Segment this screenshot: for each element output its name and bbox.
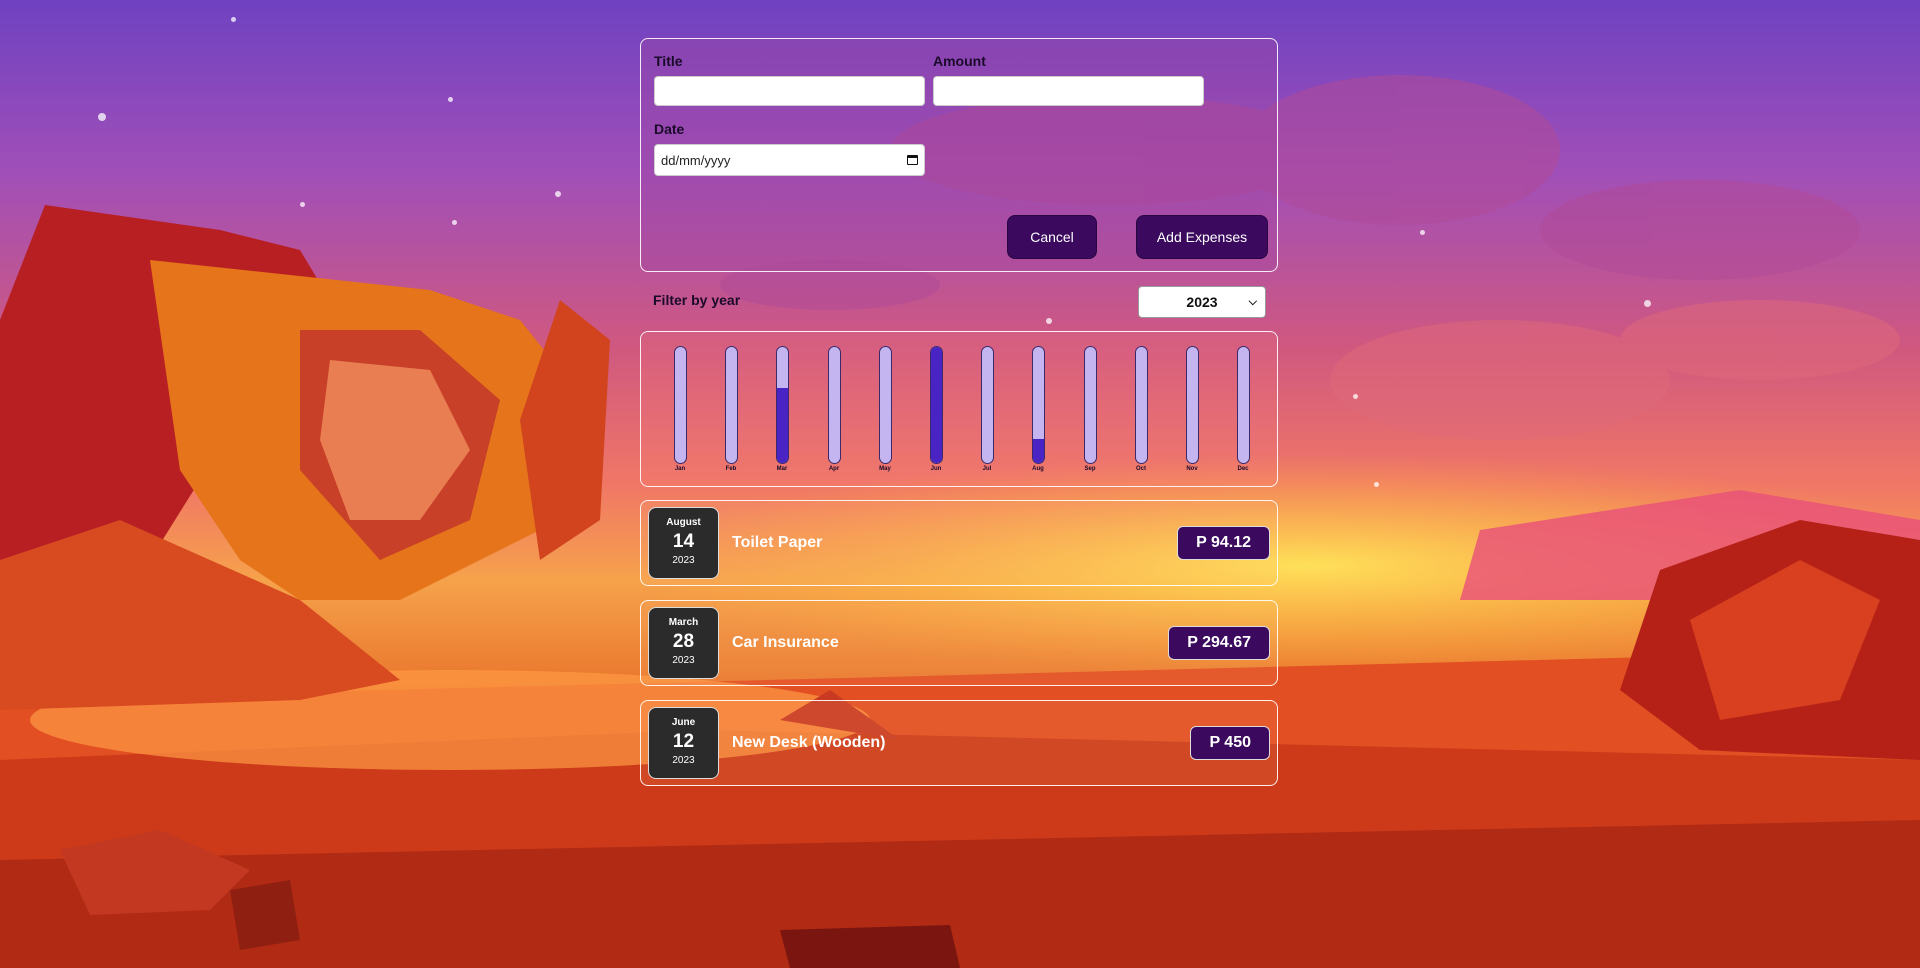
- chart-bar-label: Feb: [725, 466, 737, 472]
- chart-bar-track: [1083, 346, 1097, 464]
- chart-bar-jan: Jan: [670, 346, 690, 472]
- expense-item: March 28 2023 Car Insurance P 294.67: [640, 600, 1278, 686]
- star: [1374, 482, 1379, 487]
- expense-date: March 28 2023: [648, 607, 719, 679]
- title-label: Title: [654, 53, 683, 69]
- date-placeholder: dd/mm/yyyy: [661, 152, 731, 168]
- chart-bar-aug: Aug: [1028, 346, 1048, 472]
- star: [555, 191, 561, 197]
- chart-bar-label: Sep: [1084, 466, 1096, 472]
- chart-bar-label: May: [879, 466, 891, 472]
- expense-title: New Desk (Wooden): [732, 734, 886, 751]
- chart-bar-track: [1031, 346, 1045, 464]
- chart-bar-label: Oct: [1135, 466, 1146, 472]
- chevron-down-icon: ⌵: [1248, 296, 1257, 308]
- chart-bar-label: Mar: [776, 466, 788, 472]
- chart-bar-label: Aug: [1032, 466, 1044, 472]
- expense-date-day: 28: [672, 631, 695, 652]
- chart-bar-track: [775, 346, 789, 464]
- chart-bar-may: May: [875, 346, 895, 472]
- title-input[interactable]: [654, 76, 925, 106]
- add-expenses-button[interactable]: Add Expenses: [1136, 215, 1268, 259]
- chart-bar-label: Jan: [674, 466, 686, 472]
- star: [1353, 394, 1358, 399]
- filter-by-year-label: Filter by year: [653, 292, 741, 308]
- expense-date-month: June: [671, 717, 696, 728]
- chart-bar-track: [929, 346, 943, 464]
- chart-bar-label: Jul: [982, 466, 992, 472]
- expense-date-year: 2023: [672, 655, 695, 666]
- chart-bar-mar: Mar: [772, 346, 792, 472]
- date-label: Date: [654, 121, 685, 137]
- date-input[interactable]: dd/mm/yyyy: [654, 144, 925, 176]
- chart-bar-nov: Nov: [1182, 346, 1202, 472]
- expense-date-day: 14: [672, 531, 695, 552]
- expense-title: Car Insurance: [732, 634, 839, 651]
- cancel-button[interactable]: Cancel: [1007, 215, 1097, 259]
- chart-bar-label: Dec: [1237, 466, 1249, 472]
- chart-bar-jul: Jul: [977, 346, 997, 472]
- chart-bar-sep: Sep: [1080, 346, 1100, 472]
- calendar-icon[interactable]: [907, 155, 918, 165]
- expense-amount: P 94.12: [1177, 526, 1270, 560]
- chart-bar-fill: [1032, 438, 1044, 463]
- chart-bar-feb: Feb: [721, 346, 741, 472]
- star: [1644, 300, 1651, 307]
- chart-bar-jun: Jun: [926, 346, 946, 472]
- chart-bar-apr: Apr: [824, 346, 844, 472]
- chart-bar-track: [673, 346, 687, 464]
- expense-item: June 12 2023 New Desk (Wooden) P 450: [640, 700, 1278, 786]
- expense-date-month: August: [666, 517, 701, 528]
- star: [1420, 230, 1425, 235]
- year-select[interactable]: 2023 ⌵: [1138, 286, 1266, 318]
- amount-label: Amount: [933, 53, 986, 69]
- chart-bar-label: Nov: [1186, 466, 1198, 472]
- chart-bar-oct: Oct: [1131, 346, 1151, 472]
- star: [448, 97, 453, 102]
- star: [1046, 318, 1052, 324]
- chart-bar-label: Jun: [930, 466, 942, 472]
- expense-date-month: March: [668, 617, 699, 628]
- star: [231, 17, 236, 22]
- chart-bar-fill: [930, 347, 942, 463]
- chart-bar-dec: Dec: [1233, 346, 1253, 472]
- chart-bar-fill: [776, 387, 788, 463]
- expenses-chart: Jan Feb Mar Apr May Jun Jul Aug Sep Oct Nov Dec: [640, 331, 1278, 487]
- expense-date-year: 2023: [672, 755, 695, 766]
- chart-bar-track: [827, 346, 841, 464]
- year-select-value: 2023: [1186, 294, 1218, 310]
- expense-amount: P 294.67: [1168, 626, 1270, 660]
- new-expense-form: Title Amount Date dd/mm/yyyy Cancel Add …: [640, 38, 1278, 272]
- expense-item: August 14 2023 Toilet Paper P 94.12: [640, 500, 1278, 586]
- chart-bar-track: [1185, 346, 1199, 464]
- expense-title: Toilet Paper: [732, 534, 823, 551]
- expense-date-year: 2023: [672, 555, 695, 566]
- star: [98, 113, 106, 121]
- chart-bar-track: [1236, 346, 1250, 464]
- expense-date-day: 12: [672, 731, 695, 752]
- chart-bar-label: Apr: [828, 466, 840, 472]
- star: [452, 220, 457, 225]
- expense-date: August 14 2023: [648, 507, 719, 579]
- expense-amount: P 450: [1190, 726, 1270, 760]
- chart-bar-track: [980, 346, 994, 464]
- chart-bar-track: [1134, 346, 1148, 464]
- star: [300, 202, 305, 207]
- expense-date: June 12 2023: [648, 707, 719, 779]
- amount-input[interactable]: [933, 76, 1204, 106]
- chart-bar-track: [724, 346, 738, 464]
- chart-bar-track: [878, 346, 892, 464]
